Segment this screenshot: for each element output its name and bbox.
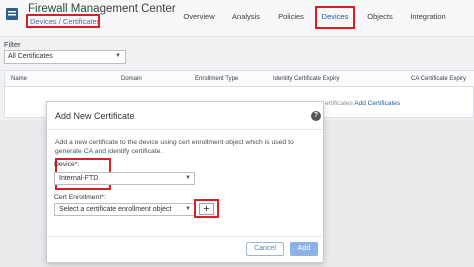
column-header-enrollment-type[interactable]: Enrollment Type bbox=[195, 76, 238, 82]
chevron-down-icon: ▼ bbox=[185, 206, 191, 212]
chevron-down-icon: ▼ bbox=[185, 175, 191, 181]
dialog-description: Add a new certificate to the device usin… bbox=[55, 139, 294, 156]
add-certificate-dialog: Add New Certificate ? Add a new certific… bbox=[46, 101, 324, 263]
firewall-logo-icon bbox=[6, 8, 18, 20]
filter-select-value: All Certificates bbox=[8, 53, 53, 60]
filter-label: Filter bbox=[4, 40, 21, 49]
dialog-title: Add New Certificate bbox=[55, 111, 135, 121]
nav-objects[interactable]: Objects bbox=[364, 0, 396, 37]
column-header-name[interactable]: Name bbox=[11, 76, 27, 82]
breadcrumb[interactable]: Devices / Certificates bbox=[26, 14, 100, 28]
column-header-domain[interactable]: Domain bbox=[121, 76, 142, 82]
empty-table-message: ertificates Add Certificates bbox=[325, 100, 400, 107]
device-label: Device*: bbox=[54, 161, 80, 168]
device-select[interactable]: Internal-FTD ▼ bbox=[54, 172, 195, 185]
filter-select[interactable]: All Certificates ▼ bbox=[4, 50, 126, 64]
cert-enrollment-select[interactable]: Select a certificate enrollment object ▼ bbox=[54, 203, 195, 216]
empty-table-text: ertificates bbox=[325, 100, 353, 107]
nav-analysis[interactable]: Analysis bbox=[229, 0, 263, 37]
add-enrollment-highlight: + bbox=[194, 199, 219, 218]
dialog-footer-divider bbox=[47, 236, 323, 237]
cancel-button[interactable]: Cancel bbox=[246, 242, 284, 256]
add-button[interactable]: Add bbox=[290, 242, 318, 256]
help-icon[interactable]: ? bbox=[311, 111, 321, 121]
nav-integration[interactable]: Integration bbox=[406, 0, 450, 37]
add-enrollment-button[interactable]: + bbox=[199, 203, 214, 215]
device-select-value: Internal-FTD bbox=[59, 175, 99, 182]
nav-devices-highlight bbox=[315, 6, 355, 29]
nav-overview[interactable]: Overview bbox=[182, 0, 216, 37]
dialog-divider bbox=[47, 129, 323, 130]
column-header-identity-expiry[interactable]: Identity Certificate Expiry bbox=[273, 76, 339, 82]
column-header-ca-expiry[interactable]: CA Certificate Expiry bbox=[411, 76, 466, 82]
cert-enrollment-placeholder: Select a certificate enrollment object bbox=[59, 206, 172, 213]
add-certificates-link[interactable]: Add Certificates bbox=[354, 100, 400, 107]
table-header: Name Domain Enrollment Type Identity Cer… bbox=[5, 71, 474, 87]
nav-policies[interactable]: Policies bbox=[276, 0, 306, 37]
top-bar: Firewall Management Center Devices / Cer… bbox=[0, 0, 474, 37]
chevron-down-icon: ▼ bbox=[115, 53, 121, 59]
cert-enrollment-label: Cert Enrollment*: bbox=[54, 194, 106, 201]
